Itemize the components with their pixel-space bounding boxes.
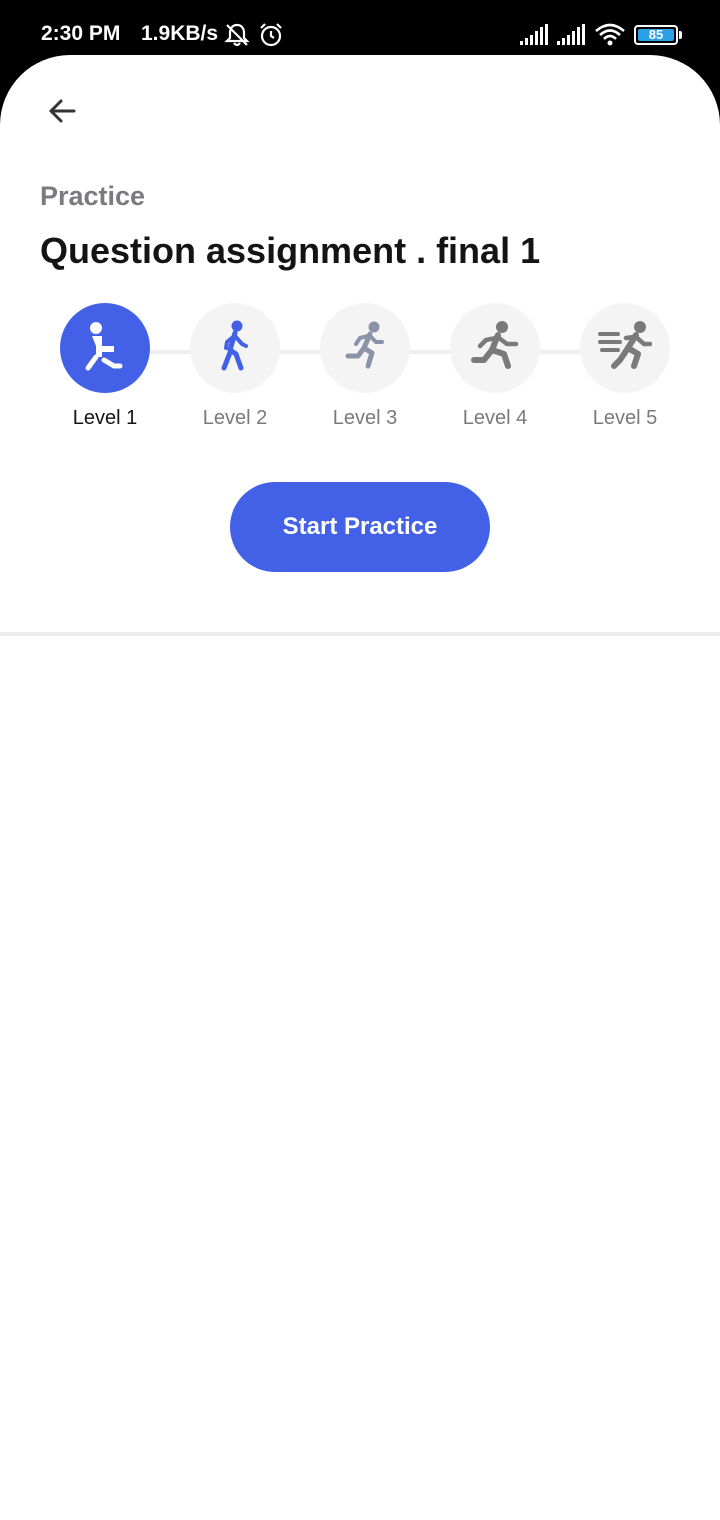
level-1-option[interactable]: Level 1 bbox=[40, 303, 170, 443]
battery-level-text: 85 bbox=[648, 27, 664, 42]
level-label: Level 5 bbox=[592, 407, 658, 429]
signal-icon bbox=[520, 24, 548, 45]
alarm-clock-icon bbox=[260, 23, 282, 47]
battery-icon: 85 bbox=[634, 25, 678, 45]
lunge-icon bbox=[85, 322, 123, 371]
jogging-icon bbox=[345, 321, 384, 369]
page-title: Question assignment . final 1 bbox=[40, 230, 541, 271]
level-selector: Level 1 Level 2 Level 3 Level 4 Level 5 bbox=[0, 303, 720, 443]
level-circle bbox=[450, 303, 540, 393]
level-circle bbox=[60, 303, 150, 393]
walking-icon bbox=[221, 320, 248, 371]
level-label: Level 3 bbox=[332, 407, 398, 429]
level-circle bbox=[580, 303, 670, 393]
running-icon bbox=[471, 321, 519, 369]
practice-sheet: Practice Question assignment . final 1 L… bbox=[0, 55, 720, 1520]
start-practice-button[interactable]: Start Practice bbox=[230, 482, 490, 572]
signal-icon bbox=[557, 24, 585, 45]
back-button[interactable] bbox=[38, 91, 86, 131]
level-5-option[interactable]: Level 5 bbox=[560, 303, 690, 443]
level-label: Level 4 bbox=[462, 407, 528, 429]
section-label: Practice bbox=[40, 181, 146, 211]
level-2-option[interactable]: Level 2 bbox=[170, 303, 300, 443]
battery-tip bbox=[679, 31, 682, 39]
arrow-left-icon bbox=[49, 99, 76, 123]
status-time: 2:30 PM bbox=[41, 22, 121, 45]
wifi-icon bbox=[595, 23, 625, 46]
level-3-option[interactable]: Level 3 bbox=[300, 303, 430, 443]
divider bbox=[0, 632, 720, 636]
bell-off-icon bbox=[224, 23, 250, 47]
status-network-speed: 1.9KB/s bbox=[141, 22, 219, 45]
level-4-option[interactable]: Level 4 bbox=[430, 303, 560, 443]
level-circle bbox=[190, 303, 280, 393]
level-label: Level 2 bbox=[202, 407, 268, 429]
sprinting-icon bbox=[598, 321, 652, 369]
level-label: Level 1 bbox=[72, 407, 138, 429]
level-circle bbox=[320, 303, 410, 393]
